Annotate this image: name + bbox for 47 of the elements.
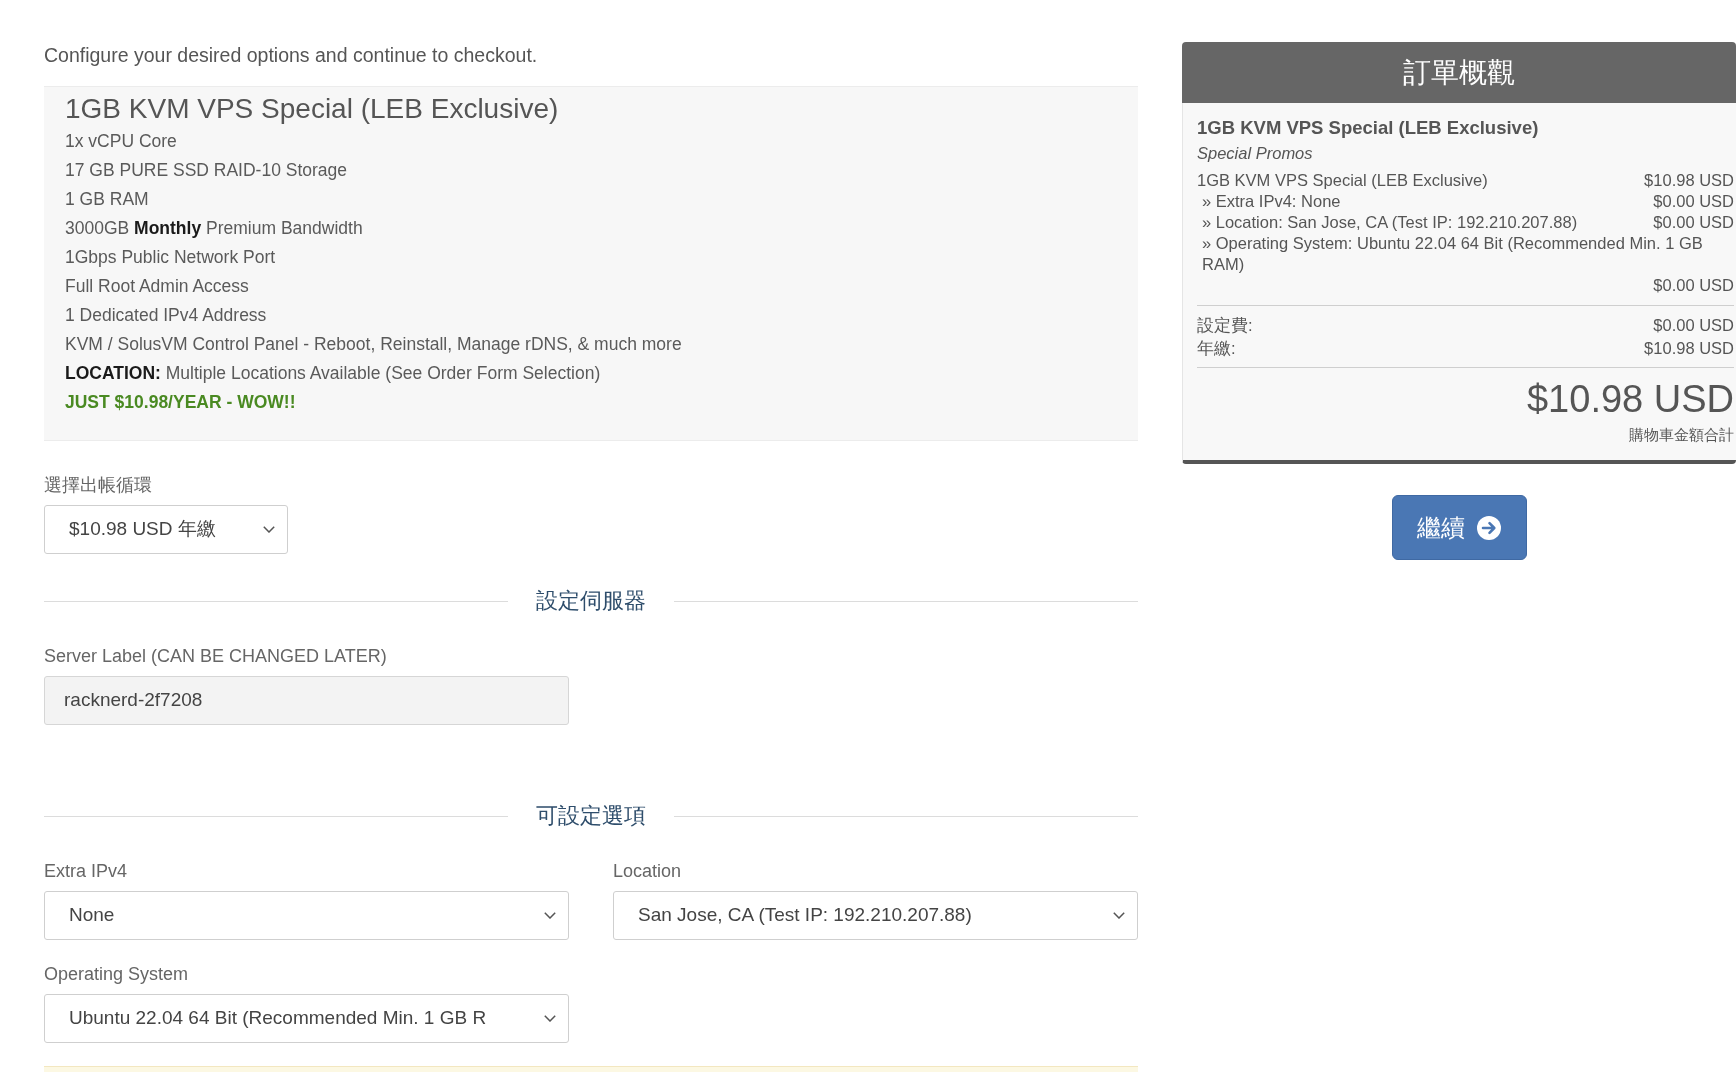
feature-text: 1 GB RAM <box>65 188 149 211</box>
feature-text: 1x vCPU Core <box>65 130 177 153</box>
chevron-down-icon <box>1113 912 1125 919</box>
line-item-label: 1GB KVM VPS Special (LEB Exclusive) <box>1197 170 1488 191</box>
continue-button[interactable]: 繼續 <box>1391 495 1527 560</box>
summary-title: 訂單概觀 <box>1182 42 1736 103</box>
feature-text: 17 GB PURE SSD RAID-10 Storage <box>65 159 348 182</box>
fee-amount: $10.98 USD <box>1644 338 1734 359</box>
fee-amount: $0.00 USD <box>1653 315 1734 336</box>
chevron-down-icon <box>544 912 556 919</box>
summary-product-name: 1GB KVM VPS Special (LEB Exclusive) <box>1197 116 1539 140</box>
feature-text: 3000GB Monthly Premium Bandwidth <box>65 217 363 240</box>
product-group-text: Special Promos <box>1197 143 1313 164</box>
field-label: Extra IPv4 <box>44 860 128 883</box>
line-item-amount: $10.98 USD <box>1644 170 1734 191</box>
line-item-amount: $0.00 USD <box>1653 191 1734 212</box>
chevron-down-icon <box>263 526 275 533</box>
arrow-right-circle-icon <box>1477 515 1501 540</box>
total-amount: $10.98 USD <box>1527 377 1734 421</box>
line-item-label: » Extra IPv4: None <box>1201 191 1341 212</box>
line-item-label: » Operating System: Ubuntu 22.04 64 Bit (Recommended Min. 1 GB RAM) <box>1201 233 1704 275</box>
total-caption: 購物車金額合計 <box>1629 425 1734 445</box>
fee-label: 年繳: <box>1197 338 1236 359</box>
field-label: 選擇出帳循環 <box>44 474 152 497</box>
section-heading: 設定伺服器 <box>536 587 646 615</box>
dropdown-select[interactable]: $10.98 USD 年繳 <box>44 505 288 554</box>
dropdown-select[interactable]: None <box>44 891 569 940</box>
dropdown-select[interactable]: Ubuntu 22.04 64 Bit (Recommended Min. 1 GB R <box>44 994 569 1043</box>
dropdown-select[interactable]: San Jose, CA (Test IP: 192.210.207.88) <box>613 891 1138 940</box>
line-item-label: » Location: San Jose, CA (Test IP: 192.210.207.88) <box>1201 212 1578 233</box>
line-item-amount: $0.00 USD <box>1653 275 1734 296</box>
section-heading: 可設定選項 <box>536 802 646 830</box>
fee-label: 設定費: <box>1197 315 1253 336</box>
field-label: Operating System <box>44 963 189 986</box>
line-item-amount: $0.00 USD <box>1653 212 1734 233</box>
feature-text: 1Gbps Public Network Port <box>65 246 276 269</box>
feature-text: KVM / SolusVM Control Panel - Reboot, Reinstall, Manage rDNS, & much more <box>65 333 682 356</box>
field-label: Server Label (CAN BE CHANGED LATER) <box>44 645 387 668</box>
field-label: Location <box>613 860 682 883</box>
promo-text: JUST $10.98/YEAR - WOW!! <box>65 391 296 414</box>
feature-text: LOCATION: Multiple Locations Available (See Order Form Selection) <box>65 362 601 385</box>
intro-text: Configure your desired options and continue to checkout. <box>44 43 538 68</box>
feature-text: 1 Dedicated IPv4 Address <box>65 304 267 327</box>
text-input[interactable]: racknerd-2f7208 <box>44 676 569 725</box>
chevron-down-icon <box>544 1015 556 1022</box>
product-title: 1GB KVM VPS Special (LEB Exclusive) <box>65 92 559 126</box>
feature-text: Full Root Admin Access <box>65 275 249 298</box>
